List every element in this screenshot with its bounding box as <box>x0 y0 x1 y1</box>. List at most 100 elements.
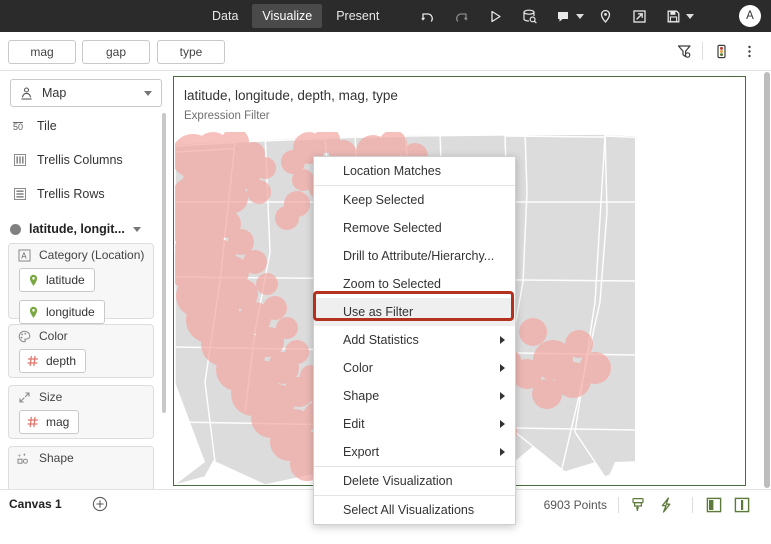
lightning-icon[interactable] <box>657 496 675 514</box>
field-pill-latitude[interactable]: latitude <box>19 268 95 292</box>
panel-label-category: Category (Location) <box>39 248 145 262</box>
filter-icon[interactable] <box>670 38 698 64</box>
menu-item-label: Edit <box>343 417 365 431</box>
field-pill-mag[interactable]: mag <box>19 410 80 434</box>
application-window: Data Visualize Present A mag gap type Ma… <box>0 0 771 525</box>
filter-chip-gap[interactable]: gap <box>82 40 150 64</box>
menu-item-remove-selected[interactable]: Remove Selected <box>314 214 515 242</box>
add-canvas-icon[interactable] <box>92 496 108 512</box>
menu-item-label: Export <box>343 445 380 459</box>
field-pill-label: latitude <box>46 273 85 287</box>
panel-left-icon[interactable] <box>705 496 723 514</box>
field-pill-label: longitude <box>46 305 95 319</box>
bookmark-pin-icon[interactable] <box>588 0 622 32</box>
panel-label-shape: Shape <box>39 451 74 465</box>
point-count-label: 6903 Points <box>543 498 607 512</box>
nav-tab-visualize[interactable]: Visualize <box>252 4 323 28</box>
field-pill-depth[interactable]: depth <box>19 349 87 373</box>
more-vertical-icon[interactable] <box>735 38 763 64</box>
filter-chip-mag[interactable]: mag <box>8 40 76 64</box>
panel-header-color: Color <box>9 325 153 347</box>
panel-label-size: Size <box>39 390 63 404</box>
location-pin-icon <box>26 306 40 319</box>
field-pill-label: mag <box>46 415 70 429</box>
sidebar-item-trellis-columns[interactable]: Trellis Columns <box>10 149 123 171</box>
paint-icon[interactable] <box>629 496 647 514</box>
top-menu-bar: Data Visualize Present A <box>0 0 771 32</box>
status-divider <box>618 497 619 513</box>
menu-item-add-statistics[interactable]: Add Statistics <box>314 326 515 354</box>
data-panel-icon[interactable] <box>707 38 735 64</box>
menu-item-delete-visualization[interactable]: Delete Visualization <box>314 466 515 495</box>
layer-header[interactable]: latitude, longit... <box>8 219 141 239</box>
panel-label-color: Color <box>39 329 68 343</box>
submenu-arrow-icon <box>500 336 505 344</box>
hash-icon <box>26 355 40 367</box>
hash-icon <box>26 416 40 428</box>
layer-chevron-down-icon[interactable] <box>132 226 141 232</box>
redo-icon[interactable] <box>444 0 478 32</box>
sidebar-label-tile: Tile <box>37 119 57 133</box>
expression-filter-label: Expression Filter <box>184 110 270 122</box>
top-navigation: Data Visualize Present <box>200 0 391 32</box>
sidebar-label-trellis-rows: Trellis Rows <box>37 187 105 201</box>
menu-item-color[interactable]: Color <box>314 354 515 382</box>
context-menu: Location Matches Keep Selected Remove Se… <box>313 156 516 525</box>
filter-bar: mag gap type <box>0 32 771 71</box>
panel-header-size: Size <box>9 386 153 408</box>
menu-item-export[interactable]: Export <box>314 438 515 466</box>
menu-item-select-all-visualizations[interactable]: Select All Visualizations <box>314 495 515 524</box>
submenu-arrow-icon <box>500 448 505 456</box>
resize-icon <box>16 391 32 404</box>
menu-item-label: Shape <box>343 389 380 403</box>
data-search-icon[interactable] <box>512 0 546 32</box>
sidebar-label-trellis-columns: Trellis Columns <box>37 153 123 167</box>
layer-title: latitude, longit... <box>29 222 125 236</box>
panel-color: Color depth <box>8 324 154 378</box>
panel-right-icon[interactable] <box>733 496 751 514</box>
layer-marker-icon <box>10 223 21 235</box>
undo-icon[interactable] <box>410 0 444 32</box>
filter-chip-type[interactable]: type <box>157 40 225 64</box>
export-icon[interactable] <box>622 0 656 32</box>
canvas-tab[interactable]: Canvas 1 <box>9 497 62 511</box>
location-pin-icon <box>26 274 40 287</box>
nav-tab-data[interactable]: Data <box>202 4 248 28</box>
page-scrollbar[interactable] <box>764 72 770 488</box>
map-icon <box>19 86 34 101</box>
visualization-title: latitude, longitude, depth, mag, type <box>184 88 398 103</box>
top-toolbar-icons <box>410 0 698 32</box>
comment-icon[interactable] <box>546 0 580 32</box>
nav-tab-present[interactable]: Present <box>326 4 389 28</box>
toolbar-divider <box>702 42 703 60</box>
svg-text:A: A <box>21 251 27 260</box>
panel-size: Size mag <box>8 385 154 439</box>
menu-item-drill-to-attribute[interactable]: Drill to Attribute/Hierarchy... <box>314 242 515 270</box>
filter-bar-actions <box>670 38 763 64</box>
visualization-type-selector[interactable]: Map <box>10 79 162 107</box>
sidebar-item-tile[interactable]: 50 Tile <box>10 115 57 137</box>
sidebar-scrollbar[interactable] <box>162 113 166 413</box>
avatar[interactable]: A <box>739 5 761 27</box>
tile-50-icon: 50 <box>10 119 30 133</box>
menu-item-label: Color <box>343 361 373 375</box>
menu-item-zoom-to-selected[interactable]: Zoom to Selected <box>314 270 515 298</box>
field-pill-longitude[interactable]: longitude <box>19 300 105 324</box>
submenu-arrow-icon <box>500 420 505 428</box>
menu-item-use-as-filter[interactable]: Use as Filter <box>314 298 515 326</box>
shape-icon: + <box>16 452 32 465</box>
panel-shape: + Shape <box>8 446 154 489</box>
sidebar-item-trellis-rows[interactable]: Trellis Rows <box>10 183 105 205</box>
panel-header-shape: + Shape <box>9 447 153 469</box>
menu-item-keep-selected[interactable]: Keep Selected <box>314 185 515 214</box>
play-icon[interactable] <box>478 0 512 32</box>
visualization-type-label: Map <box>42 86 67 100</box>
menu-item-shape[interactable]: Shape <box>314 382 515 410</box>
menu-item-edit[interactable]: Edit <box>314 410 515 438</box>
menu-item-location-matches[interactable]: Location Matches <box>314 157 515 185</box>
left-sidebar: Map 50 Tile Trellis Columns Trellis Rows… <box>0 71 170 489</box>
save-icon[interactable] <box>656 0 690 32</box>
panel-category-location: A Category (Location) latitude longitude <box>8 243 154 324</box>
chevron-down-icon[interactable] <box>144 90 152 96</box>
trellis-rows-icon <box>10 187 30 201</box>
